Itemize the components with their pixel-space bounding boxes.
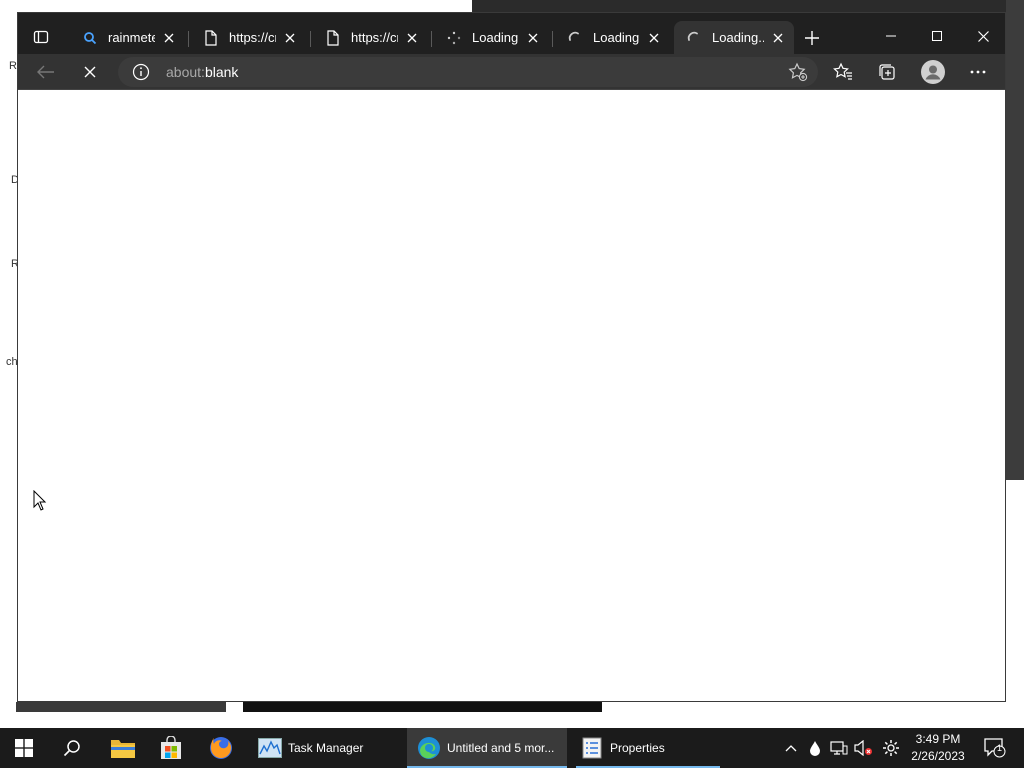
tab-url-2[interactable]: https://cra xyxy=(313,21,428,54)
store-button[interactable] xyxy=(148,728,194,768)
start-button[interactable] xyxy=(0,728,48,768)
browser-window: rainmeter - https://cra https://cra xyxy=(17,12,1006,702)
tab-label: Loading... xyxy=(593,30,640,45)
taskbar-app-label: Properties xyxy=(610,741,665,755)
tab-loading-2[interactable]: Loading... xyxy=(555,21,670,54)
close-tab-icon[interactable] xyxy=(770,30,786,46)
close-tab-icon[interactable] xyxy=(282,30,298,46)
maximize-button[interactable] xyxy=(914,21,960,51)
tab-actions-icon[interactable] xyxy=(28,24,54,50)
tab-separator xyxy=(310,31,311,47)
desktop-icon-label: ch xyxy=(6,356,18,368)
chevron-up-icon xyxy=(785,745,797,752)
address-bar[interactable]: about:blank xyxy=(118,57,818,87)
search-button[interactable] xyxy=(50,728,94,768)
background-window-edge-right xyxy=(1006,0,1024,480)
page-icon xyxy=(203,29,219,46)
store-icon xyxy=(161,736,181,759)
address-scheme: about: xyxy=(166,64,205,80)
system-clock[interactable]: 3:49 PM 2/26/2023 xyxy=(906,731,970,765)
search-icon xyxy=(63,740,80,757)
tab-label: rainmeter - xyxy=(108,30,155,45)
firefox-button[interactable] xyxy=(198,728,244,768)
taskbar-app-task-manager[interactable]: Task Manager xyxy=(248,728,404,768)
favorites-icon[interactable] xyxy=(829,58,857,86)
stop-loading-button[interactable] xyxy=(76,58,104,86)
close-tab-icon[interactable] xyxy=(161,30,177,46)
properties-icon xyxy=(580,736,604,760)
firefox-icon xyxy=(210,737,232,759)
background-window-edge xyxy=(472,0,1024,12)
page-content[interactable] xyxy=(18,91,1005,701)
desktop-icon-label: R xyxy=(9,60,17,72)
tab-label: Loading... xyxy=(712,30,764,45)
taskbar-app-label: Untitled and 5 mor... xyxy=(447,741,555,755)
tab-separator xyxy=(431,31,432,47)
mouse-cursor-icon xyxy=(33,489,47,516)
page-icon xyxy=(325,29,341,46)
tab-separator xyxy=(188,31,189,47)
folder-icon xyxy=(111,740,135,758)
show-hidden-icons-button[interactable] xyxy=(780,728,802,768)
tab-url-1[interactable]: https://cra xyxy=(191,21,306,54)
taskbar-app-properties[interactable]: Properties xyxy=(570,728,726,768)
background-window-bottom-left xyxy=(16,702,226,712)
notification-icon xyxy=(984,738,1006,758)
navigation-toolbar: about:blank xyxy=(18,54,1005,90)
taskbar: Task Manager Untitled and 5 mor... Prope… xyxy=(0,728,1024,768)
loading-spinner-icon xyxy=(686,30,702,46)
clock-date: 2/26/2023 xyxy=(911,749,965,763)
tab-label: https://cra xyxy=(351,30,398,45)
windows-logo-icon xyxy=(15,739,33,757)
address-page: blank xyxy=(204,64,239,80)
tab-label: https://cra xyxy=(229,30,276,45)
minimize-button[interactable] xyxy=(868,21,914,51)
taskbar-app-label: Task Manager xyxy=(288,741,364,755)
tray-drop-icon[interactable] xyxy=(804,728,826,768)
notification-count-badge: 1 xyxy=(997,743,1003,753)
tab-label: Loading... xyxy=(472,30,519,45)
tab-loading-1[interactable]: Loading... xyxy=(434,21,549,54)
background-window-bottom-mid xyxy=(243,702,602,712)
new-tab-button[interactable] xyxy=(799,25,825,51)
info-icon[interactable] xyxy=(132,63,150,81)
add-favorite-icon[interactable] xyxy=(784,59,812,85)
profile-avatar-icon[interactable] xyxy=(919,58,947,86)
collections-icon[interactable] xyxy=(873,58,901,86)
volume-muted-icon[interactable] xyxy=(852,728,876,768)
address-text: about:blank xyxy=(166,64,238,80)
loading-spinner-icon xyxy=(567,30,583,46)
tab-separator xyxy=(552,31,553,47)
loading-spinner-icon xyxy=(446,30,462,46)
close-tab-icon[interactable] xyxy=(404,30,420,46)
tab-strip: rainmeter - https://cra https://cra xyxy=(18,13,1005,54)
edge-icon xyxy=(417,736,441,760)
close-tab-icon[interactable] xyxy=(525,30,541,46)
taskbar-app-edge[interactable]: Untitled and 5 mor... xyxy=(407,728,567,768)
close-tab-icon[interactable] xyxy=(646,30,662,46)
more-options-icon[interactable] xyxy=(964,58,992,86)
search-icon xyxy=(82,30,98,46)
network-icon[interactable] xyxy=(828,728,850,768)
task-manager-icon xyxy=(258,736,282,760)
close-window-button[interactable] xyxy=(960,21,1006,51)
settings-gear-icon[interactable] xyxy=(879,728,903,768)
tab-loading-active[interactable]: Loading... xyxy=(674,21,794,54)
back-button[interactable] xyxy=(32,58,60,86)
clock-time: 3:49 PM xyxy=(915,732,961,746)
notification-center-button[interactable]: 1 xyxy=(980,728,1010,768)
tab-rainmeter[interactable]: rainmeter - xyxy=(70,21,185,54)
file-explorer-button[interactable] xyxy=(100,728,146,768)
